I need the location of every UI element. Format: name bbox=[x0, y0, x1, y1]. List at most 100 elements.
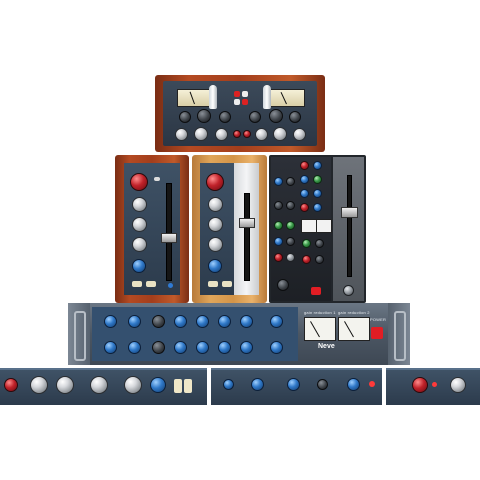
gate-threshold-knob[interactable] bbox=[274, 221, 283, 230]
input-knob-right[interactable] bbox=[289, 111, 301, 123]
comp-ratio-knob[interactable] bbox=[274, 237, 283, 246]
hmf-freq-knob[interactable] bbox=[313, 175, 322, 184]
input-knob-left[interactable] bbox=[179, 111, 191, 123]
release-knob-right[interactable] bbox=[273, 127, 287, 141]
release-knob[interactable] bbox=[251, 378, 264, 391]
preamp-strip-light-wood[interactable] bbox=[192, 155, 267, 303]
hpf-button[interactable] bbox=[184, 379, 192, 393]
phase-button[interactable] bbox=[154, 177, 160, 181]
mix-knob-left[interactable] bbox=[233, 130, 241, 138]
gate-range-knob[interactable] bbox=[286, 221, 295, 230]
preamp-strip-right[interactable] bbox=[386, 368, 480, 405]
channel-fader[interactable] bbox=[341, 207, 358, 218]
rack-channel-compressor[interactable]: gain reduction 1 gain reduction 2 Neve P… bbox=[68, 303, 410, 365]
threshold-knob-1[interactable] bbox=[104, 315, 117, 328]
release-knob-left[interactable] bbox=[194, 127, 208, 141]
ratio-knob-right[interactable] bbox=[249, 111, 261, 123]
bypass-button[interactable] bbox=[242, 91, 248, 97]
dyn-knob-3[interactable] bbox=[302, 255, 311, 264]
hmf-gain-knob[interactable] bbox=[300, 175, 309, 184]
eq-strip-left[interactable] bbox=[0, 368, 207, 405]
mic-gain-knob[interactable] bbox=[274, 177, 283, 186]
hf-gain-knob[interactable] bbox=[300, 161, 309, 170]
compressor-strip-middle[interactable] bbox=[211, 368, 382, 405]
gain-knob[interactable] bbox=[206, 173, 224, 191]
line-gain-knob[interactable] bbox=[286, 177, 295, 186]
ratio-knob-1[interactable] bbox=[174, 315, 187, 328]
limit-knob-2[interactable] bbox=[218, 341, 231, 354]
attack-knob-2[interactable] bbox=[152, 341, 165, 354]
hf-knob[interactable] bbox=[132, 197, 147, 212]
lf-knob[interactable] bbox=[150, 377, 166, 393]
attack-knob[interactable] bbox=[223, 379, 234, 390]
threshold-knob-left[interactable] bbox=[197, 109, 211, 123]
channel-fader[interactable] bbox=[161, 233, 177, 243]
dyn-knob-2[interactable] bbox=[315, 239, 324, 248]
hmf-knob[interactable] bbox=[132, 217, 147, 232]
hpf-button[interactable] bbox=[146, 281, 156, 287]
lmf-knob[interactable] bbox=[124, 376, 142, 394]
hmf-knob[interactable] bbox=[208, 217, 223, 232]
eq-in-button[interactable] bbox=[174, 379, 182, 393]
comp-release-knob[interactable] bbox=[274, 253, 283, 262]
limit-knob-1[interactable] bbox=[218, 315, 231, 328]
threshold-knob-2[interactable] bbox=[104, 341, 117, 354]
lf-freq-knob[interactable] bbox=[313, 203, 322, 212]
gain-knob[interactable] bbox=[130, 173, 148, 191]
channel-on-button[interactable] bbox=[311, 287, 321, 295]
hpf-knob[interactable] bbox=[274, 201, 283, 210]
link-button[interactable] bbox=[234, 91, 240, 97]
gain-knob[interactable] bbox=[412, 377, 428, 393]
power-button[interactable] bbox=[371, 327, 383, 339]
output-knob-2[interactable] bbox=[240, 341, 253, 354]
output-knob-1[interactable] bbox=[240, 315, 253, 328]
gain-knob-1[interactable] bbox=[196, 315, 209, 328]
recovery-knob-1[interactable] bbox=[128, 315, 141, 328]
dyn-knob-4[interactable] bbox=[315, 255, 324, 264]
mix-knob-right[interactable] bbox=[243, 130, 251, 138]
ratio-knob-2[interactable] bbox=[174, 341, 187, 354]
gain-knob-2[interactable] bbox=[196, 341, 209, 354]
recovery-knob-2[interactable] bbox=[128, 341, 141, 354]
sidechain-button[interactable] bbox=[242, 99, 248, 105]
solo-button[interactable] bbox=[343, 285, 354, 296]
hf-freq-knob[interactable] bbox=[313, 161, 322, 170]
mode-button[interactable] bbox=[234, 99, 240, 105]
lmf-knob[interactable] bbox=[132, 237, 147, 252]
lf-gain-knob[interactable] bbox=[300, 203, 309, 212]
lmf-freq-knob[interactable] bbox=[313, 189, 322, 198]
attack-knob-right[interactable] bbox=[293, 128, 306, 141]
mix-knob-1[interactable] bbox=[270, 315, 283, 328]
mf-knob[interactable] bbox=[90, 376, 108, 394]
hpf-button[interactable] bbox=[222, 281, 232, 287]
lf-knob[interactable] bbox=[132, 259, 146, 273]
lf-knob[interactable] bbox=[208, 259, 222, 273]
hf-knob[interactable] bbox=[208, 197, 223, 212]
eq-in-button[interactable] bbox=[208, 281, 218, 287]
output-knob-left[interactable] bbox=[215, 128, 228, 141]
console-channel-strip[interactable] bbox=[269, 155, 366, 303]
tube-compressor-plugin[interactable] bbox=[155, 75, 325, 152]
output-knob-right[interactable] bbox=[255, 128, 268, 141]
makeup-knob[interactable] bbox=[286, 253, 295, 262]
lmf-gain-knob[interactable] bbox=[300, 189, 309, 198]
threshold-knob-right[interactable] bbox=[269, 109, 283, 123]
channel-fader[interactable] bbox=[239, 218, 255, 228]
hmf-knob[interactable] bbox=[56, 376, 74, 394]
gain-knob[interactable] bbox=[4, 378, 18, 392]
dyn-knob-1[interactable] bbox=[302, 239, 311, 248]
mix-knob-2[interactable] bbox=[270, 341, 283, 354]
ratio-knob-left[interactable] bbox=[219, 111, 231, 123]
threshold-knob[interactable] bbox=[317, 379, 328, 390]
eq-in-button[interactable] bbox=[132, 281, 142, 287]
output-knob[interactable] bbox=[450, 377, 466, 393]
preamp-strip-dark-wood[interactable] bbox=[115, 155, 189, 303]
pan-knob[interactable] bbox=[277, 279, 289, 291]
lmf-knob[interactable] bbox=[208, 237, 223, 252]
comp-threshold-knob[interactable] bbox=[286, 237, 295, 246]
hf-knob[interactable] bbox=[30, 376, 48, 394]
makeup-knob[interactable] bbox=[347, 378, 360, 391]
attack-knob-left[interactable] bbox=[175, 128, 188, 141]
ratio-knob[interactable] bbox=[287, 378, 300, 391]
lpf-knob[interactable] bbox=[286, 201, 295, 210]
